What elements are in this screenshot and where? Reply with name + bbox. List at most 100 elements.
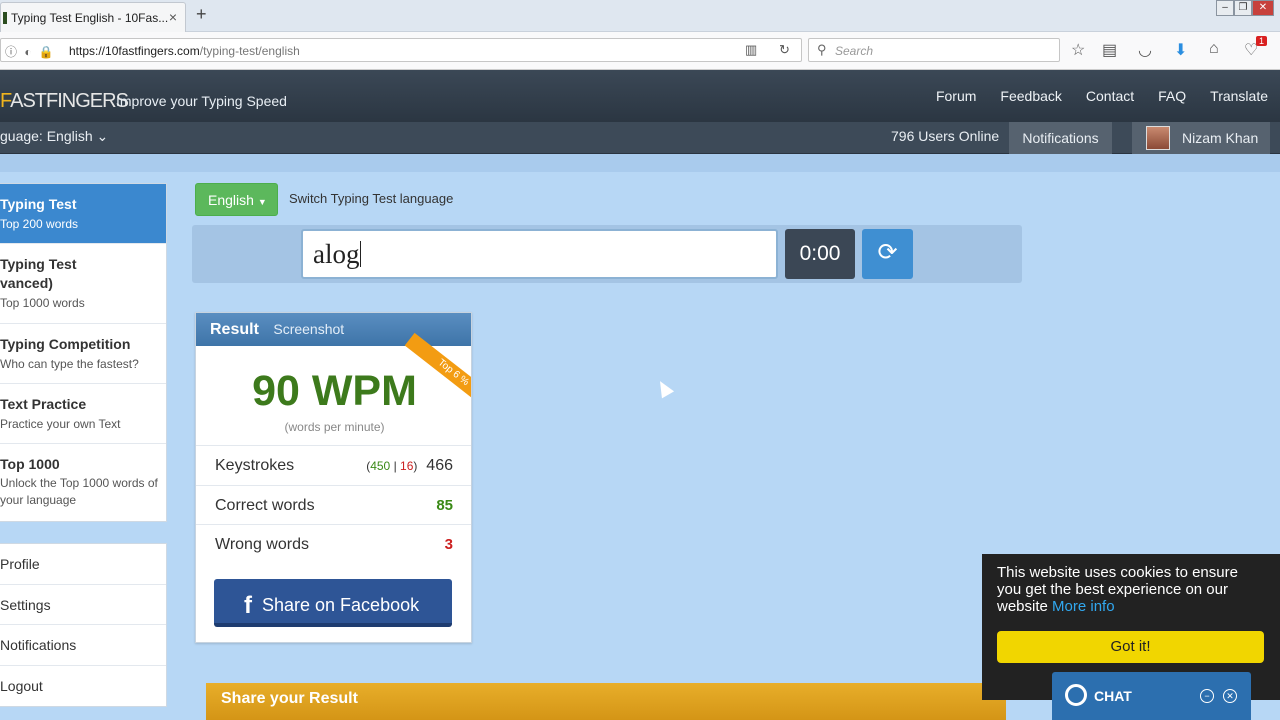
sidebar-item-title: Typing Test bbox=[0, 256, 77, 272]
chat-minimize-icon[interactable]: − bbox=[1200, 689, 1214, 703]
maximize-button[interactable]: ❐ bbox=[1234, 0, 1252, 16]
url-text[interactable]: https://10fastfingers.com/typing-test/en… bbox=[69, 44, 300, 58]
switch-language-label: Switch Typing Test language bbox=[289, 191, 454, 206]
site-info-icon[interactable]: ⓘ ◐ 🔒 bbox=[5, 43, 56, 60]
refresh-icon: ⟳ bbox=[877, 239, 898, 266]
correct-words-label: Correct words bbox=[215, 497, 315, 514]
sidebar-item-subtitle: Unlock the Top 1000 words of your langua… bbox=[0, 476, 158, 507]
pocket-icon[interactable]: ◡ bbox=[1138, 40, 1152, 60]
cookie-text: This website uses cookies to ensure you … bbox=[997, 564, 1238, 615]
browser-tab[interactable]: Typing Test English - 10Fas... × bbox=[0, 2, 186, 32]
sidebar-item-typing-test[interactable]: Typing Test Top 200 words bbox=[0, 184, 166, 244]
sidebar-item-notifications[interactable]: Notifications bbox=[0, 625, 166, 666]
downloads-icon[interactable]: ⬇ bbox=[1174, 40, 1187, 60]
keystrokes-value: (450 | 16) 466 bbox=[366, 457, 453, 474]
share-facebook-button[interactable]: f Share on Facebook bbox=[214, 579, 452, 627]
chevron-down-icon: ⌄ bbox=[96, 128, 109, 144]
mouse-cursor-icon bbox=[653, 377, 675, 399]
window-controls: – ❐ ✕ bbox=[1216, 0, 1274, 18]
sidebar-item-subtitle: Top 200 words bbox=[0, 217, 79, 231]
users-online: 796 Users Online bbox=[891, 128, 1000, 144]
header-band bbox=[0, 154, 1280, 172]
reload-page-icon[interactable]: ↻ bbox=[779, 42, 790, 58]
sidebar-item-subtitle: Who can type the fastest? bbox=[0, 357, 139, 371]
cookie-more-info-link[interactable]: More info bbox=[1052, 598, 1115, 615]
favicon-icon bbox=[3, 12, 7, 24]
nav-feedback[interactable]: Feedback bbox=[1000, 88, 1061, 104]
notifications-button[interactable]: Notifications bbox=[1009, 122, 1112, 154]
text-caret bbox=[359, 241, 361, 267]
correct-words-row: Correct words 85 bbox=[196, 485, 471, 525]
chat-close-icon[interactable]: ✕ bbox=[1223, 689, 1237, 703]
tab-title: Typing Test English - 10Fas... bbox=[11, 11, 169, 25]
tab-close-icon[interactable]: × bbox=[169, 9, 177, 25]
search-icon: ⚲ bbox=[817, 42, 827, 57]
chat-widget[interactable]: CHAT − ✕ bbox=[1052, 672, 1251, 720]
screenshot-tab[interactable]: Screenshot bbox=[273, 321, 344, 337]
sidebar-item-title: Typing Test bbox=[0, 196, 77, 212]
chat-icon bbox=[1065, 684, 1087, 706]
search-placeholder: Search bbox=[835, 44, 874, 58]
wpm-value: 90 WPM bbox=[252, 367, 417, 415]
sidebar-item-subtitle: Practice your own Text bbox=[0, 417, 121, 431]
sidebar-item-title: Typing Competition bbox=[0, 336, 131, 352]
site-logo[interactable]: FASTFINGERS bbox=[0, 90, 129, 113]
home-icon[interactable]: ⌂ bbox=[1209, 40, 1219, 58]
nav-translate[interactable]: Translate bbox=[1210, 88, 1268, 104]
new-tab-button[interactable]: + bbox=[196, 4, 207, 25]
sidebar-item-profile[interactable]: Profile bbox=[0, 544, 166, 585]
typing-input[interactable]: alog bbox=[301, 229, 778, 279]
nav-forum[interactable]: Forum bbox=[936, 88, 976, 104]
caret-down-icon: ▼ bbox=[257, 197, 267, 207]
sidebar-item-subtitle: Top 1000 words bbox=[0, 296, 85, 310]
notification-badge: 1 bbox=[1256, 36, 1268, 46]
reader-view-icon[interactable]: ▥ bbox=[745, 42, 757, 58]
wrong-words-row: Wrong words 3 bbox=[196, 524, 471, 564]
test-language-button[interactable]: English ▼ bbox=[195, 183, 278, 216]
sidebar-item-logout[interactable]: Logout bbox=[0, 666, 166, 707]
typing-row: alog 0:00 ⟳ bbox=[192, 225, 1022, 283]
nav-faq[interactable]: FAQ bbox=[1158, 88, 1186, 104]
sub-header: guage: English ⌄ 796 Users Online Notifi… bbox=[0, 122, 1280, 154]
sidebar-item-typing-test-advanced[interactable]: Typing Test vanced) Top 1000 words bbox=[0, 244, 166, 324]
result-panel: Result Screenshot Top 6 % 90 WPM (words … bbox=[195, 312, 472, 643]
wpm-caption: (words per minute) bbox=[284, 420, 385, 434]
sidebar-item-title: Top 1000 bbox=[0, 456, 60, 472]
sidebar-item-title: Text Practice bbox=[0, 396, 87, 412]
wrong-words-label: Wrong words bbox=[215, 536, 309, 553]
facebook-icon: f bbox=[244, 592, 252, 619]
library-icon[interactable]: ▤ bbox=[1102, 40, 1117, 60]
minimize-button[interactable]: – bbox=[1216, 0, 1234, 16]
avatar bbox=[1146, 126, 1170, 150]
restart-button[interactable]: ⟳ bbox=[862, 229, 913, 279]
user-menu[interactable]: Nizam Khan bbox=[1132, 122, 1270, 154]
keystrokes-label: Keystrokes bbox=[215, 457, 295, 474]
sidebar-account: Profile Settings Notifications Logout bbox=[0, 543, 167, 707]
site-tagline: Improve your Typing Speed bbox=[116, 93, 287, 109]
window-close-button[interactable]: ✕ bbox=[1252, 0, 1274, 16]
site-header: FASTFINGERS Improve your Typing Speed Fo… bbox=[0, 70, 1280, 122]
result-header: Result Screenshot bbox=[196, 313, 471, 346]
chat-label: CHAT bbox=[1094, 688, 1132, 704]
user-name: Nizam Khan bbox=[1182, 130, 1259, 146]
language-selector[interactable]: guage: English ⌄ bbox=[0, 128, 108, 145]
top-nav: Forum Feedback Contact FAQ Translate bbox=[936, 88, 1280, 104]
browser-search-input[interactable]: ⚲ Search bbox=[808, 38, 1060, 62]
wrong-words-value: 3 bbox=[444, 536, 453, 553]
sidebar-item-text-practice[interactable]: Text Practice Practice your own Text bbox=[0, 384, 166, 444]
share-result-bar: Share your Result bbox=[206, 683, 1006, 720]
browser-tabbar: Typing Test English - 10Fas... × + – ❐ ✕ bbox=[0, 0, 1280, 32]
browser-navbar: ⓘ ◐ 🔒 https://10fastfingers.com/typing-t… bbox=[0, 32, 1280, 70]
correct-words-value: 85 bbox=[436, 497, 453, 514]
sidebar-tests: Typing Test Top 200 words Typing Test va… bbox=[0, 183, 167, 522]
sidebar: Typing Test Top 200 words Typing Test va… bbox=[0, 183, 167, 707]
result-tab[interactable]: Result bbox=[210, 321, 259, 338]
sidebar-item-settings[interactable]: Settings bbox=[0, 585, 166, 625]
sidebar-item-typing-competition[interactable]: Typing Competition Who can type the fast… bbox=[0, 324, 166, 384]
cookie-accept-button[interactable]: Got it! bbox=[997, 631, 1264, 663]
sidebar-item-title-extra: vanced) bbox=[0, 275, 53, 291]
sidebar-item-top-1000[interactable]: Top 1000 Unlock the Top 1000 words of yo… bbox=[0, 444, 166, 521]
nav-contact[interactable]: Contact bbox=[1086, 88, 1134, 104]
bookmark-star-icon[interactable]: ☆ bbox=[1071, 40, 1085, 60]
url-bar[interactable]: ⓘ ◐ 🔒 https://10fastfingers.com/typing-t… bbox=[0, 38, 802, 62]
